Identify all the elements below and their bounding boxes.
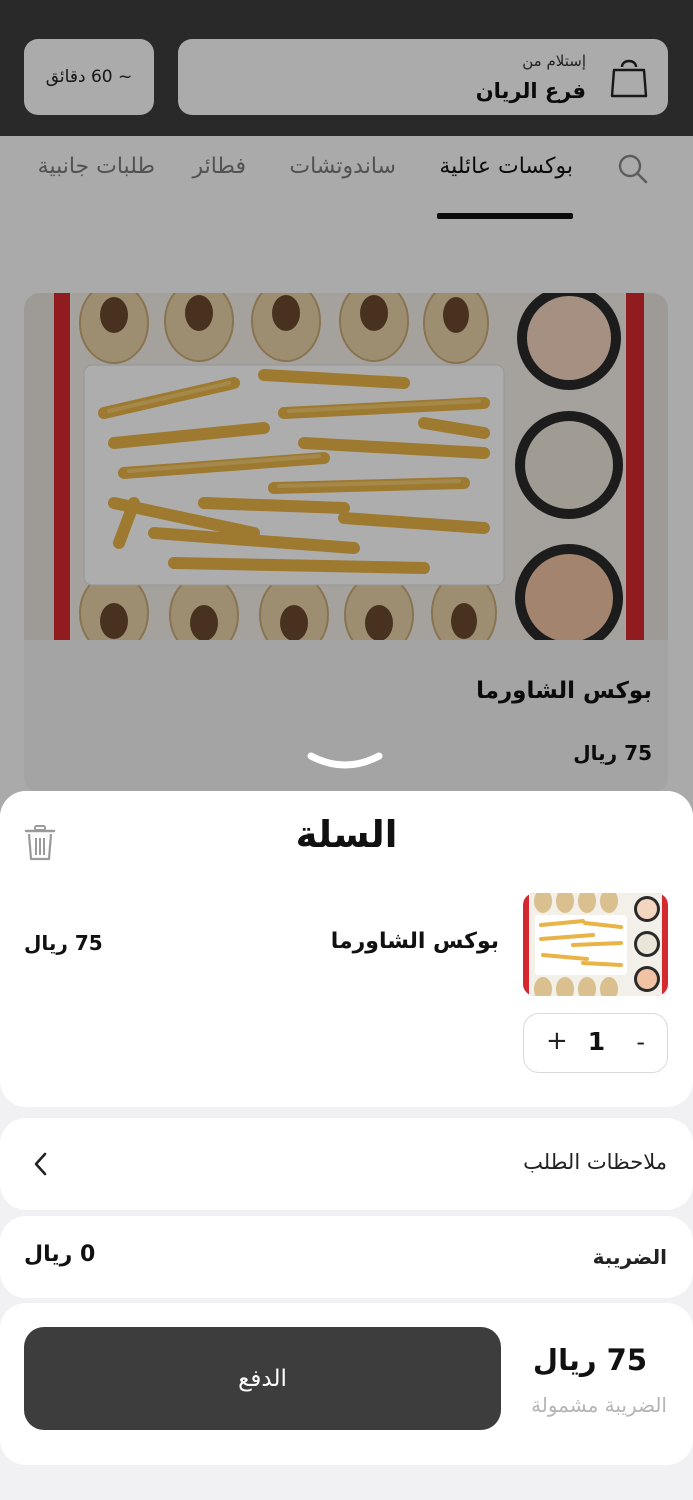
trash-icon[interactable] bbox=[24, 824, 56, 862]
cart-title: السلة bbox=[295, 813, 398, 856]
tax-value: 0 ريال bbox=[24, 1242, 96, 1267]
cart-sheet: السلة بوكس الشاورما 75 ريال + 1 - ملاحظا… bbox=[0, 791, 693, 1500]
checkout-bar: 75 ريال الضريبة مشمولة الدفع bbox=[0, 1303, 693, 1465]
sheet-collapse-handle[interactable] bbox=[305, 748, 385, 774]
pay-button[interactable]: الدفع bbox=[24, 1327, 501, 1430]
cart-item-price: 75 ريال bbox=[24, 931, 103, 955]
decrease-quantity-button[interactable]: - bbox=[636, 1028, 645, 1056]
order-total: 75 ريال bbox=[532, 1343, 647, 1377]
cart-items-card: السلة بوكس الشاورما 75 ريال + 1 - bbox=[0, 791, 693, 1107]
chevron-left-icon bbox=[34, 1152, 47, 1176]
tax-row: الضريبة 0 ريال bbox=[0, 1216, 693, 1298]
order-notes-row[interactable]: ملاحظات الطلب bbox=[0, 1118, 693, 1210]
tax-label: الضريبة bbox=[592, 1245, 667, 1269]
tax-included-note: الضريبة مشمولة bbox=[531, 1393, 667, 1417]
quantity-stepper: + 1 - bbox=[523, 1013, 668, 1073]
order-notes-label: ملاحظات الطلب bbox=[523, 1150, 667, 1174]
quantity-value: 1 bbox=[587, 1027, 606, 1056]
cart-item-image bbox=[523, 893, 668, 996]
cart-item-name: بوكس الشاورما bbox=[330, 929, 499, 954]
